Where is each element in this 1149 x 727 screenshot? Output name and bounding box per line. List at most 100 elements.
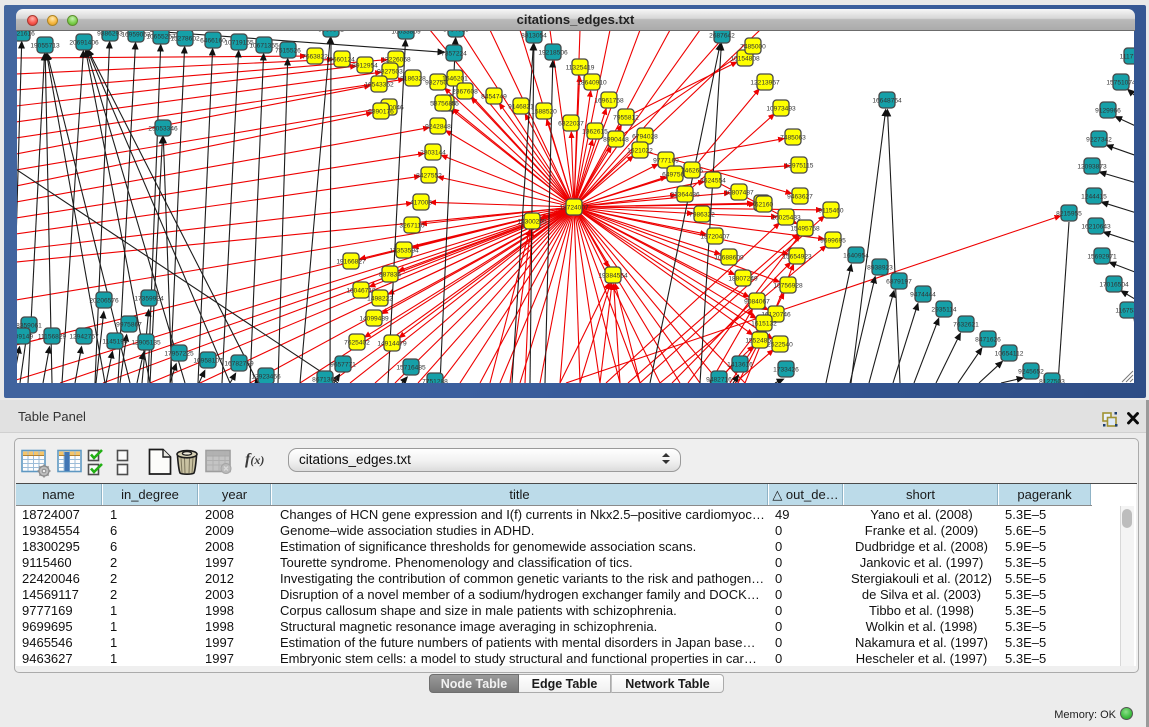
svg-text:1546201: 1546201 [442,75,468,82]
svg-text:9245652: 9245652 [1018,368,1044,375]
svg-text:10807487: 10807487 [724,189,754,196]
svg-text:1588520: 1588520 [531,108,557,115]
svg-text:1167530: 1167530 [1115,307,1134,314]
svg-text:9227342: 9227342 [1086,136,1112,143]
svg-text:1721616: 1721616 [17,31,35,37]
svg-text:1733426: 1733426 [773,366,799,373]
svg-text:16210643: 16210643 [1081,223,1111,230]
svg-text:7955812: 7955812 [613,114,639,121]
svg-text:9777169: 9777169 [653,157,679,164]
svg-text:16782759: 16782759 [224,360,254,367]
svg-text:15720407: 15720407 [700,233,730,240]
svg-text:7485063: 7485063 [780,134,806,141]
svg-text:1145194: 1145194 [102,338,128,345]
svg-text:10958107: 10958107 [193,357,223,364]
svg-text:8427552: 8427552 [416,172,442,179]
svg-text:5875685: 5875685 [430,100,456,107]
svg-text:29053346: 29053346 [148,125,178,132]
svg-text:417006: 417006 [410,199,432,206]
svg-text:7357224: 7357224 [441,50,467,57]
svg-text:9657771: 9657771 [330,361,356,368]
svg-text:8671364: 8671364 [312,376,338,383]
svg-text:13226058: 13226058 [381,56,411,63]
svg-text:6794028: 6794028 [632,133,658,140]
svg-text:15692971: 15692971 [1087,253,1117,260]
svg-text:1615132: 1615132 [751,320,777,327]
svg-text:17359924: 17359924 [134,295,164,302]
svg-text:3267110: 3267110 [399,222,425,229]
svg-text:7751288: 7751288 [422,378,448,383]
svg-text:9886293: 9886293 [97,31,123,37]
svg-text:15716485: 15716485 [396,364,426,371]
svg-text:1244415: 1244415 [1081,193,1107,200]
svg-text:12975115: 12975115 [785,162,814,169]
svg-text:9242848: 9242848 [425,123,451,130]
svg-text:17016504: 17016504 [1099,281,1129,288]
svg-text:18724007: 18724007 [559,204,589,211]
svg-text:9482716: 9482716 [706,376,732,383]
svg-text:8938923: 8938923 [867,264,893,271]
svg-text:746266: 746266 [681,167,703,174]
svg-text:12942757: 12942757 [69,333,99,340]
svg-text:18640910: 18640910 [577,79,607,86]
svg-text:7663822: 7663822 [302,53,328,60]
svg-text:15495758: 15495758 [790,225,820,232]
svg-text:10973493: 10973493 [766,105,796,112]
svg-text:16543362: 16543362 [364,81,394,88]
svg-text:7986322: 7986322 [689,211,715,218]
svg-text:6879197: 6879197 [886,278,912,285]
svg-text:18807249: 18807249 [728,275,758,282]
svg-text:9699695: 9699695 [820,237,846,244]
svg-text:15751074: 15751074 [1106,79,1134,86]
svg-text:62160: 62160 [755,201,774,208]
svg-text:19384554: 19384554 [598,272,628,279]
svg-text:2803144: 2803144 [420,149,446,156]
svg-text:8215955: 8215955 [1056,210,1082,217]
svg-text:10033809: 10033809 [391,31,421,35]
svg-text:12093873: 12093873 [1077,163,1107,170]
svg-text:10756928: 10756928 [773,282,803,289]
svg-text:9975867: 9975867 [116,321,142,328]
svg-text:8990448: 8990448 [603,136,629,143]
svg-text:9890176: 9890176 [368,108,394,115]
svg-text:20691406: 20691406 [69,39,99,46]
svg-text:11325419: 11325419 [566,64,595,71]
svg-text:16961758: 16961758 [594,97,624,104]
svg-text:8794013: 8794013 [443,31,469,33]
svg-text:15654923: 15654923 [782,253,812,260]
svg-text:19166827: 19166827 [336,258,366,265]
svg-text:19218506: 19218506 [538,49,568,56]
svg-text:6466160: 6466160 [200,37,226,44]
svg-text:16648764: 16648764 [872,97,902,104]
svg-text:1413616: 1413616 [727,361,753,368]
svg-text:8454749: 8454749 [481,93,507,100]
svg-text:887834: 887834 [379,271,401,278]
svg-text:21364436: 21364436 [670,191,700,198]
svg-text:9129966: 9129966 [1095,107,1121,114]
svg-text:9463627: 9463627 [787,193,813,200]
svg-text:3624554: 3624554 [700,177,726,184]
svg-text:9060871: 9060871 [318,31,344,33]
svg-text:10025433: 10025433 [771,214,801,221]
svg-text:12905135: 12905135 [131,339,161,346]
svg-text:7625402: 7625402 [344,339,370,346]
svg-text:17957225: 17957225 [164,350,194,357]
svg-text:7485000: 7485000 [740,43,766,50]
svg-text:8813054: 8813054 [521,32,547,39]
svg-text:1640954: 1640954 [843,252,869,259]
svg-text:1117743: 1117743 [1120,53,1134,60]
svg-text:11156829: 11156829 [38,333,67,340]
svg-text:14914479: 14914479 [377,340,407,347]
svg-text:1362615: 1362615 [582,128,608,135]
svg-text:2522540: 2522540 [767,341,793,348]
svg-text:9115460: 9115460 [818,207,844,214]
svg-text:939149: 939149 [17,333,33,340]
svg-text:2367608: 2367608 [452,88,478,95]
svg-text:20206576: 20206576 [89,297,119,304]
svg-text:1621022: 1621022 [627,147,653,154]
svg-text:6322037: 6322037 [558,120,584,127]
svg-text:13353594: 13353594 [389,247,419,254]
svg-text:9084067: 9084067 [744,298,770,305]
svg-text:9474444: 9474444 [910,291,936,298]
svg-text:8471626: 8471626 [975,336,1001,343]
